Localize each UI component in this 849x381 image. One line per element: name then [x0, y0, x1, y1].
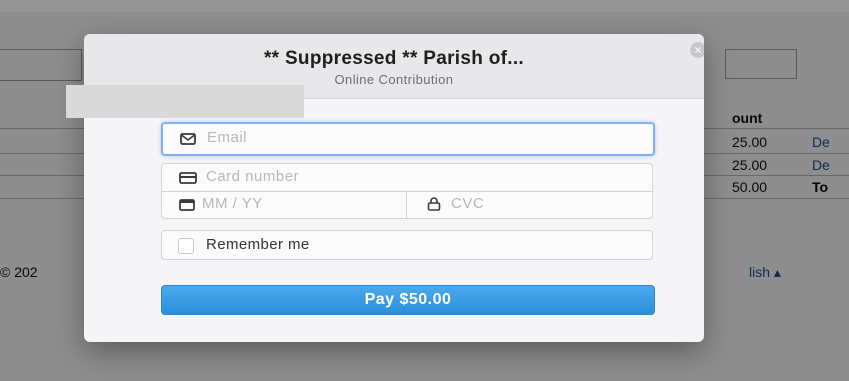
card-number-field[interactable]: Card number	[162, 164, 652, 192]
expiry-field[interactable]: MM / YY	[162, 191, 406, 218]
redacted-block	[66, 85, 304, 118]
card-expiry-cvc-row: MM / YY CVC	[162, 191, 652, 218]
card-number-placeholder: Card number	[206, 168, 300, 185]
expiry-placeholder: MM / YY	[202, 195, 263, 212]
remember-me-checkbox[interactable]	[178, 238, 194, 254]
remember-me-field[interactable]: Remember me	[161, 230, 653, 260]
envelope-icon	[180, 133, 196, 145]
lock-icon	[427, 197, 441, 211]
cvc-placeholder: CVC	[451, 195, 485, 212]
email-placeholder: Email	[207, 129, 248, 146]
pay-button[interactable]: Pay $50.00	[161, 285, 655, 315]
cvc-field[interactable]: CVC	[407, 191, 652, 218]
calendar-icon	[179, 199, 195, 211]
email-field[interactable]: Email	[161, 122, 655, 156]
card-details-group: Card number MM / YY CVC	[161, 163, 653, 219]
close-icon[interactable]: ×	[690, 42, 704, 58]
credit-card-icon	[179, 172, 197, 184]
modal-title: ** Suppressed ** Parish of...	[263, 48, 524, 69]
remember-me-label: Remember me	[206, 236, 310, 253]
